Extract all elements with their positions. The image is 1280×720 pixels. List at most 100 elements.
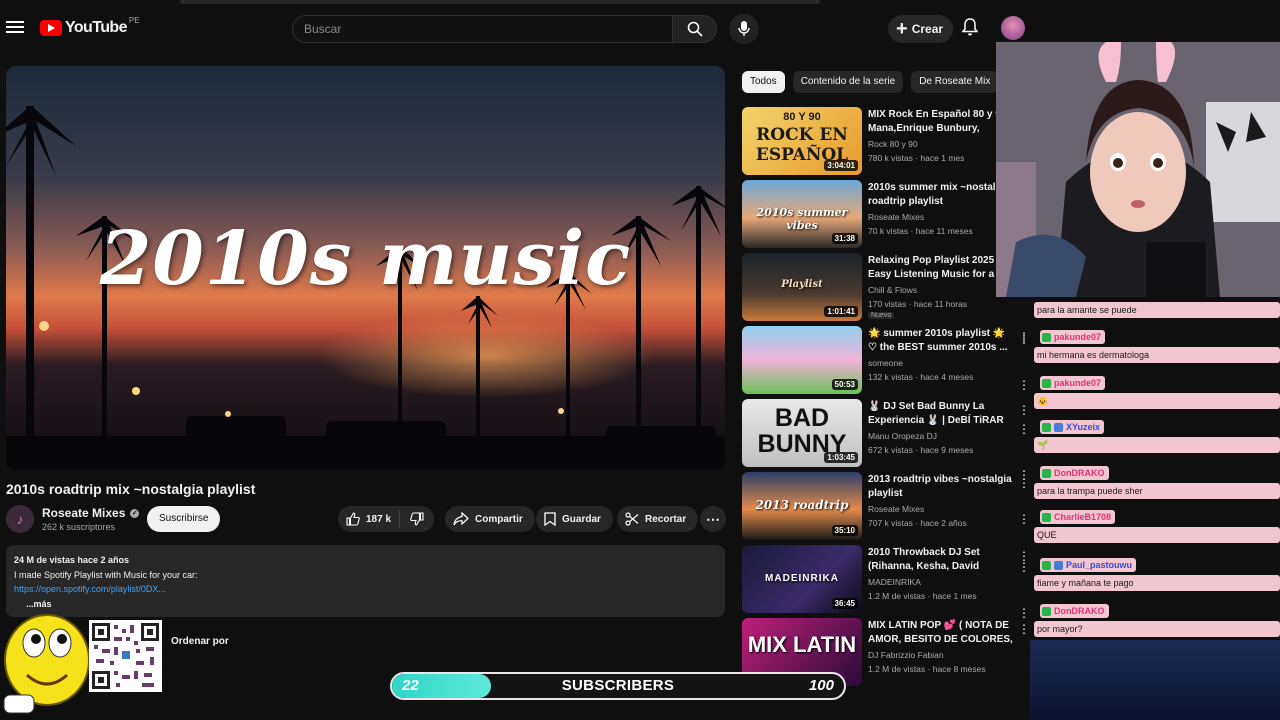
chat-background-art bbox=[1030, 640, 1280, 720]
rec-new-badge: Nuevo bbox=[868, 312, 895, 319]
dislike-button[interactable] bbox=[400, 512, 434, 526]
rec-title[interactable]: MIX Rock En Español 80 y 90 Mana,Enrique… bbox=[868, 108, 1014, 136]
subscriber-badge-icon bbox=[1054, 560, 1063, 570]
like-button[interactable]: 187 k bbox=[338, 510, 400, 528]
voice-search-button[interactable] bbox=[729, 14, 759, 44]
rec-channel[interactable]: Roseate Mixes bbox=[868, 212, 924, 222]
show-more-link[interactable]: ...más bbox=[14, 597, 717, 612]
subscribe-button[interactable]: Suscribirse bbox=[147, 506, 221, 532]
rec-meta: 780 k vistas · hace 1 mes bbox=[868, 153, 965, 163]
chat-message: para la trampa puede sher bbox=[1034, 483, 1280, 499]
menu-icon[interactable] bbox=[6, 18, 24, 38]
search-button[interactable] bbox=[673, 15, 717, 43]
chat-message: fiame y mañana te pago bbox=[1034, 575, 1280, 591]
chat-menu-icon[interactable]: ⋮ bbox=[1018, 332, 1030, 346]
rec-duration: 1:03:45 bbox=[824, 452, 858, 463]
clip-button[interactable]: Recortar bbox=[617, 506, 699, 532]
channel-name[interactable]: Roseate Mixes ✓ bbox=[42, 506, 140, 520]
rec-thumbnail[interactable]: 2013 roadtrip 35:10 bbox=[742, 472, 862, 540]
rec-menu-icon[interactable]: ⋮ bbox=[1018, 403, 1030, 417]
rec-title[interactable]: 2010s summer mix ~nostalgia roadtrip pla… bbox=[868, 181, 1014, 209]
save-button[interactable]: Guardar bbox=[536, 506, 613, 532]
rec-thumbnail-text: MIX LATIN bbox=[747, 632, 857, 657]
rec-channel[interactable]: Rock 80 y 90 bbox=[868, 139, 918, 149]
rec-item-throwback[interactable]: MADEINRIKA 36:45 2010 Throwback DJ Set (Ri… bbox=[742, 545, 1032, 613]
rec-thumbnail[interactable]: 2010s summer vibes 31:38 bbox=[742, 180, 862, 248]
rec-menu-icon[interactable]: ⋮ bbox=[1018, 622, 1030, 636]
rec-duration: 3:04:01 bbox=[824, 160, 858, 171]
region-code: PE bbox=[128, 15, 140, 25]
rec-item-relaxing-pop[interactable]: Playlist 1:01:41 Relaxing Pop Playlist 202… bbox=[742, 253, 1032, 321]
description-line: I made Spotify Playlist with Music for y… bbox=[14, 569, 198, 580]
rec-title[interactable]: 2010 Throwback DJ Set (Rihanna, Kesha, D… bbox=[868, 546, 1014, 574]
rec-title[interactable]: 🐰 DJ Set Bad Bunny La Experiencia 🐰 | De… bbox=[868, 400, 1014, 428]
chat-message: QUE bbox=[1034, 527, 1280, 543]
rec-item-roadtrip-2013[interactable]: 2013 roadtrip 35:10 2013 roadtrip vibes ~n… bbox=[742, 472, 1032, 540]
channel-avatar[interactable]: ♪ bbox=[6, 505, 34, 533]
rec-channel[interactable]: someone bbox=[868, 358, 903, 368]
chat-username: pakunde07 bbox=[1040, 376, 1106, 390]
rec-channel[interactable]: Roseate Mixes bbox=[868, 504, 924, 514]
rec-thumbnail[interactable]: 50:53 bbox=[742, 326, 862, 394]
subscriber-goal-label: SUBSCRIBERS bbox=[561, 677, 675, 694]
description-box[interactable]: 24 M de vistas hace 2 años I made Spotif… bbox=[6, 545, 725, 617]
rec-channel[interactable]: MADEINRIKA bbox=[868, 577, 921, 587]
streamer-webcam bbox=[996, 42, 1280, 297]
video-player[interactable]: 2010s music bbox=[6, 66, 725, 470]
thumbs-down-icon bbox=[410, 512, 424, 526]
chat-menu-icon[interactable]: ⋮ bbox=[1018, 512, 1030, 526]
rec-duration: 35:10 bbox=[831, 525, 858, 536]
notifications-button[interactable] bbox=[961, 18, 979, 41]
rec-item-summer-2010s[interactable]: 2010s summer vibes 31:38 2010s summer mix … bbox=[742, 180, 1032, 248]
moderator-badge-icon bbox=[1042, 422, 1051, 432]
chat-message: 🌱 bbox=[1034, 437, 1280, 453]
rec-duration: 36:45 bbox=[831, 598, 858, 609]
rec-title[interactable]: MIX LATIN POP 💕 ( NOTA DE AMOR, BESITO D… bbox=[868, 619, 1014, 647]
rec-thumbnail-text: 2010s summer vibes bbox=[756, 206, 848, 232]
rec-item-rock[interactable]: 80 Y 90 ROCK EN ESPAÑOL 3:04:01 MIX Rock En… bbox=[742, 107, 1032, 175]
create-button[interactable]: + Crear bbox=[888, 15, 954, 43]
rec-item-summer-playlist[interactable]: 50:53 🌟 summer 2010s playlist 🌟 ♡ the BES… bbox=[742, 326, 1032, 394]
chat-username: Paul_pastouwu bbox=[1040, 558, 1137, 572]
youtube-logo[interactable]: YouTube PE bbox=[40, 15, 140, 37]
rec-thumbnail[interactable]: 80 Y 90 ROCK EN ESPAÑOL 3:04:01 bbox=[742, 107, 862, 175]
more-actions-button[interactable]: ⋯ bbox=[700, 506, 726, 532]
bookmark-icon bbox=[544, 512, 556, 526]
rec-thumbnail-text: ROCK EN ESPAÑOL bbox=[755, 125, 849, 165]
chat-username-text: pakunde07 bbox=[1054, 332, 1102, 342]
rec-channel[interactable]: Manu Oropeza DJ bbox=[868, 431, 937, 441]
chat-menu-icon[interactable]: ⋮ bbox=[1018, 378, 1030, 392]
view-count-date: 24 M de vistas hace 2 años bbox=[14, 555, 130, 565]
rec-thumbnail-text: BAD BUNNY bbox=[757, 404, 847, 458]
rec-thumbnail[interactable]: BAD BUNNY 1:03:45 bbox=[742, 399, 862, 467]
chat-menu-icon[interactable]: ⋮ bbox=[1018, 422, 1030, 436]
save-label: Guardar bbox=[562, 513, 601, 525]
chip-channel[interactable]: De Roseate Mix bbox=[911, 71, 999, 93]
chat-menu-icon[interactable]: ⋮ bbox=[1018, 468, 1030, 482]
rec-title[interactable]: 🌟 summer 2010s playlist 🌟 ♡ the BEST sum… bbox=[868, 327, 1014, 355]
rec-channel[interactable]: Chill & Flows bbox=[868, 285, 917, 295]
chat-message: para la amante se puede bbox=[1034, 302, 1280, 318]
chat-menu-icon[interactable]: ⋮ bbox=[1018, 560, 1030, 574]
video-title: 2010s roadtrip mix ~nostalgia playlist bbox=[6, 481, 256, 497]
rec-thumbnail[interactable]: Playlist 1:01:41 bbox=[742, 253, 862, 321]
rec-thumbnail[interactable]: MADEINRIKA 36:45 bbox=[742, 545, 862, 613]
chip-all[interactable]: Todos bbox=[742, 71, 785, 93]
channel-name-text: Roseate Mixes bbox=[42, 506, 126, 520]
chip-series[interactable]: Contenido de la serie bbox=[792, 71, 904, 93]
share-button[interactable]: Compartir bbox=[445, 506, 535, 532]
search-input[interactable]: Buscar bbox=[292, 15, 673, 43]
rec-channel[interactable]: DJ Fabrizzio Fabian bbox=[868, 650, 944, 660]
moderator-badge-icon bbox=[1042, 332, 1051, 342]
rec-title[interactable]: Relaxing Pop Playlist 2025 – Easy Listen… bbox=[868, 254, 1014, 282]
create-label: Crear bbox=[911, 22, 944, 36]
chat-menu-icon[interactable]: ⋮ bbox=[1018, 606, 1030, 620]
rec-title[interactable]: 2013 roadtrip vibes ~nostalgia playlist bbox=[868, 473, 1014, 501]
description-link[interactable]: https://open.spotify.com/playlist/0DX... bbox=[14, 582, 717, 597]
sort-comments-button[interactable]: Ordenar por bbox=[171, 636, 229, 647]
moderator-badge-icon bbox=[1042, 560, 1051, 570]
rec-item-bad-bunny[interactable]: BAD BUNNY 1:03:45 🐰 DJ Set Bad Bunny La Ex… bbox=[742, 399, 1032, 467]
rec-meta: 70 k vistas · hace 11 meses bbox=[868, 226, 973, 236]
subscriber-goal-bar: 22 SUBSCRIBERS 100 bbox=[390, 672, 846, 700]
account-avatar[interactable] bbox=[1001, 16, 1025, 40]
